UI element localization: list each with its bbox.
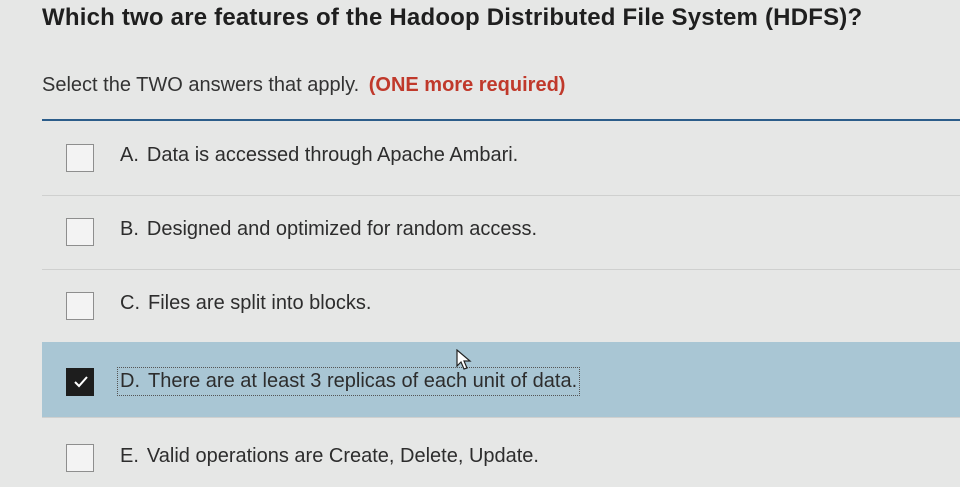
answer-option-c[interactable]: C. Files are split into blocks.: [42, 270, 960, 344]
option-letter: E.: [120, 445, 139, 467]
option-text: Data is accessed through Apache Ambari.: [146, 144, 519, 166]
answer-option-a[interactable]: A. Data is accessed through Apache Ambari…: [42, 122, 960, 196]
answer-option-d[interactable]: D. There are at least 3 replicas of each …: [42, 342, 960, 418]
option-letter: D.: [120, 370, 140, 392]
option-text: Files are split into blocks.: [148, 292, 372, 314]
option-label-b[interactable]: B. Designed and optimized for random acce…: [120, 218, 537, 241]
checkbox-e[interactable]: [66, 444, 94, 472]
option-label-e[interactable]: E. Valid operations are Create, Delete, U…: [120, 445, 539, 468]
mouse-pointer-icon: [456, 349, 472, 370]
check-icon: [74, 376, 88, 388]
checkbox-c[interactable]: [66, 292, 94, 320]
question-title: Which two are features of the Hadoop Dis…: [42, 4, 863, 31]
checkbox-d[interactable]: [66, 368, 94, 396]
option-label-a[interactable]: A. Data is accessed through Apache Ambari…: [120, 144, 518, 167]
checkbox-b[interactable]: [66, 218, 94, 246]
option-label-c[interactable]: C. Files are split into blocks.: [120, 292, 371, 315]
instructions: Select the TWO answers that apply. (ONE …: [42, 74, 565, 97]
answer-option-b[interactable]: B. Designed and optimized for random acce…: [42, 196, 960, 270]
checkbox-a[interactable]: [66, 144, 94, 172]
option-text: Designed and optimized for random access…: [146, 218, 538, 240]
option-letter: B.: [120, 218, 139, 240]
required-note: (ONE more required): [368, 74, 566, 96]
option-label-d[interactable]: D. There are at least 3 replicas of each …: [116, 367, 581, 396]
option-letter: C.: [120, 292, 140, 314]
option-text: There are at least 3 replicas of each un…: [148, 370, 578, 392]
instructions-text: Select the TWO answers that apply.: [42, 74, 360, 96]
option-letter: A.: [120, 144, 139, 166]
option-text: Valid operations are Create, Delete, Upd…: [146, 445, 539, 467]
answer-option-e[interactable]: E. Valid operations are Create, Delete, U…: [42, 418, 960, 487]
header-divider: [42, 119, 960, 121]
